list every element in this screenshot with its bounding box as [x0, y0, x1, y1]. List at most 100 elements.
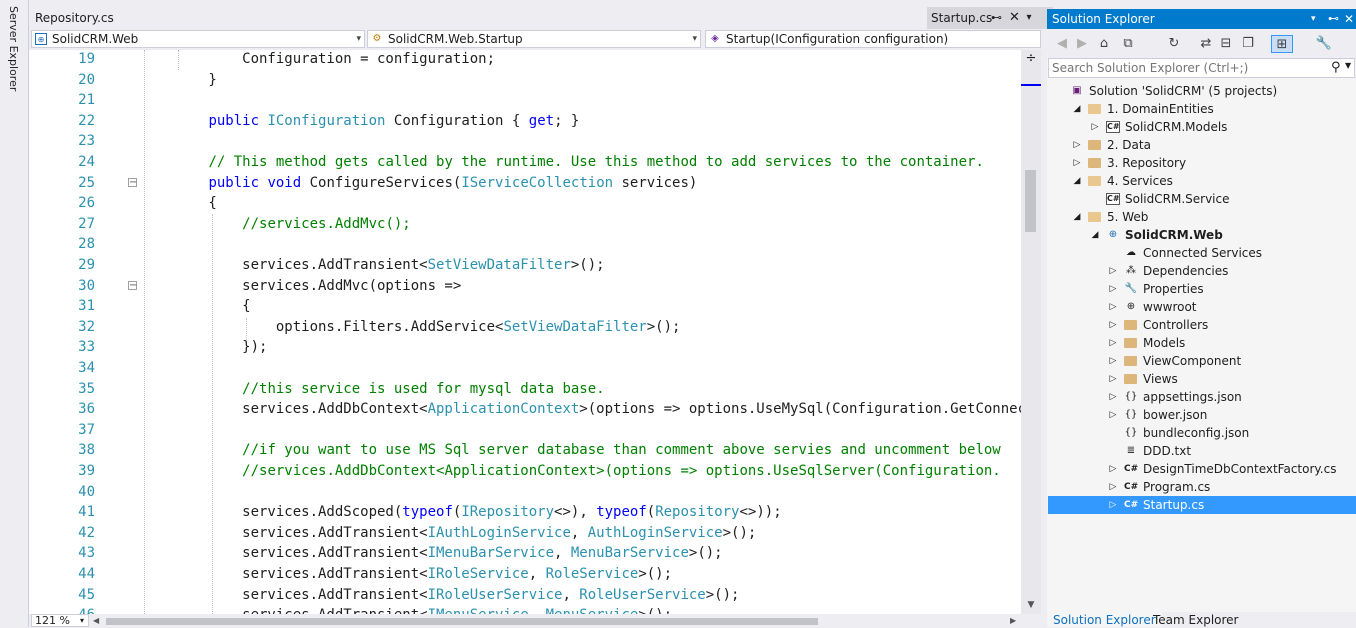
code-line[interactable]: 23 [29, 131, 1021, 152]
tree-item[interactable]: ◢ 1. DomainEntities [1048, 100, 1356, 118]
back-icon[interactable]: ◀ [1053, 35, 1071, 53]
preview-selected-icon[interactable]: ⊞ [1271, 35, 1293, 53]
tree-item[interactable]: ▷ C# Startup.cs [1048, 496, 1356, 514]
tree-item[interactable]: ◢ 5. Web [1048, 208, 1356, 226]
collapsed-arrow-icon[interactable]: ▷ [1108, 406, 1118, 424]
home-icon[interactable]: ⌂ [1095, 35, 1113, 53]
tree-item[interactable]: ≣ DDD.txt [1048, 442, 1356, 460]
code-line[interactable]: 31 { [29, 296, 1021, 317]
show-all-files-icon[interactable]: ❐ [1239, 35, 1257, 53]
auto-hide-pin-icon[interactable]: ⊷ [1328, 9, 1339, 29]
search-icon[interactable]: ⚲ [1331, 60, 1341, 75]
code-editor[interactable]: 19 Configuration = configuration; 20 } 21 2… [29, 50, 1021, 614]
code-line[interactable]: 30 − services.AddMvc(options => [29, 276, 1021, 297]
search-input[interactable] [1052, 60, 1322, 75]
code-line[interactable]: 35 //this service is used for mysql data… [29, 379, 1021, 400]
collapsed-arrow-icon[interactable]: ▷ [1108, 370, 1118, 388]
collapse-region-icon[interactable]: − [128, 177, 137, 187]
code-line[interactable]: 29 services.AddTransient<SetViewDataFilt… [29, 255, 1021, 276]
tree-item[interactable]: ▷ ViewComponent [1048, 352, 1356, 370]
horizontal-scrollbar-thumb[interactable] [106, 618, 818, 625]
tab-solution-explorer[interactable]: Solution Explorer [1047, 612, 1162, 627]
collapsed-arrow-icon[interactable]: ▷ [1090, 118, 1100, 136]
tree-item[interactable]: ▷ Views [1048, 370, 1356, 388]
pending-changes-icon[interactable]: ↻ [1165, 35, 1183, 53]
code-line[interactable]: 40 [29, 482, 1021, 503]
collapsed-arrow-icon[interactable]: ▷ [1108, 478, 1118, 496]
scroll-left-icon[interactable]: ◀ [93, 614, 105, 627]
vertical-scrollbar[interactable] [1021, 50, 1041, 614]
code-line[interactable]: 22 public IConfiguration Configuration {… [29, 111, 1021, 132]
solution-explorer-search-box[interactable]: ⚲ ▼ [1048, 58, 1355, 78]
expanded-arrow-icon[interactable]: ◢ [1072, 172, 1082, 190]
collapsed-arrow-icon[interactable]: ▷ [1072, 154, 1082, 172]
tree-item[interactable]: ▷ 3. Repository [1048, 154, 1356, 172]
collapsed-arrow-icon[interactable]: ▷ [1108, 316, 1118, 334]
member-dropdown[interactable]: ◈ Startup(IConfiguration configuration) [705, 30, 1041, 48]
code-line[interactable]: 21 [29, 90, 1021, 111]
code-line[interactable]: 19 Configuration = configuration; [29, 50, 1021, 70]
expanded-arrow-icon[interactable]: ◢ [1090, 226, 1100, 244]
tree-item[interactable]: ▷ {} bower.json [1048, 406, 1356, 424]
vertical-scrollbar-thumb[interactable] [1025, 170, 1036, 232]
properties-icon[interactable]: 🔧 [1315, 35, 1333, 53]
collapsed-arrow-icon[interactable]: ▷ [1108, 334, 1118, 352]
collapsed-arrow-icon[interactable]: ▷ [1108, 460, 1118, 478]
code-line[interactable]: 38 //if you want to use MS Sql server da… [29, 440, 1021, 461]
code-line[interactable]: 41 services.AddScoped(typeof(IRepository… [29, 502, 1021, 523]
expanded-arrow-icon[interactable]: ◢ [1072, 100, 1082, 118]
code-line[interactable]: 28 [29, 234, 1021, 255]
code-line[interactable]: 42 services.AddTransient<IAuthLoginServi… [29, 523, 1021, 544]
code-line[interactable]: 43 services.AddTransient<IMenuBarService… [29, 543, 1021, 564]
tab-repository-cs[interactable]: Repository.cs [29, 7, 371, 29]
tree-item[interactable]: ▷ ⊕ wwwroot [1048, 298, 1356, 316]
code-line[interactable]: 32 options.Filters.AddService<SetViewDat… [29, 317, 1021, 338]
code-line[interactable]: 36 services.AddDbContext<ApplicationCont… [29, 399, 1021, 420]
code-line[interactable]: 26 { [29, 193, 1021, 214]
code-line[interactable]: 45 services.AddTransient<IRoleUserServic… [29, 585, 1021, 606]
server-explorer-tab[interactable]: Server Explorer [6, 6, 22, 91]
chevron-down-icon[interactable]: ▼ [1345, 61, 1351, 70]
close-icon[interactable]: ✕ [1009, 7, 1020, 29]
tree-item[interactable]: ▷ Controllers [1048, 316, 1356, 334]
type-dropdown[interactable]: ⚙ SolidCRM.Web.Startup ▾ [367, 30, 701, 48]
collapsed-arrow-icon[interactable]: ▷ [1108, 280, 1118, 298]
switch-views-icon[interactable]: ⧉ [1119, 35, 1137, 53]
code-line[interactable]: 20 } [29, 70, 1021, 91]
zoom-level-dropdown[interactable]: 121 % ▾ [31, 614, 89, 627]
tree-item[interactable]: ◢ ⊕ SolidCRM.Web [1048, 226, 1356, 244]
collapsed-arrow-icon[interactable]: ▷ [1072, 136, 1082, 154]
code-line[interactable]: 24 // This method gets called by the run… [29, 152, 1021, 173]
collapsed-arrow-icon[interactable]: ▷ [1108, 262, 1118, 280]
pin-icon[interactable]: ⊷ [991, 7, 1002, 29]
expanded-arrow-icon[interactable]: ◢ [1072, 208, 1082, 226]
code-line[interactable]: 44 services.AddTransient<IRoleService, R… [29, 564, 1021, 585]
sync-icon[interactable]: ⇄ [1197, 35, 1215, 53]
code-line[interactable]: 37 [29, 420, 1021, 441]
scroll-down-icon[interactable]: ▼ [1024, 598, 1038, 612]
code-line[interactable]: 27 //services.AddMvc(); [29, 214, 1021, 235]
code-line[interactable]: 39 //services.AddDbContext<ApplicationCo… [29, 461, 1021, 482]
project-dropdown[interactable]: ⊕ SolidCRM.Web ▾ [31, 30, 365, 48]
window-position-dropdown-icon[interactable]: ▾ [1311, 9, 1316, 29]
tab-team-explorer[interactable]: Team Explorer [1147, 612, 1245, 627]
tree-item[interactable]: ☁ Connected Services [1048, 244, 1356, 262]
collapse-all-icon[interactable]: ⊟ [1217, 35, 1235, 53]
code-line[interactable]: 33 }); [29, 337, 1021, 358]
tree-item[interactable]: {} bundleconfig.json [1048, 424, 1356, 442]
tree-item[interactable]: ◢ 4. Services [1048, 172, 1356, 190]
collapsed-arrow-icon[interactable]: ▷ [1108, 388, 1118, 406]
forward-icon[interactable]: ▶ [1073, 35, 1091, 53]
split-editor-icon[interactable]: ÷ [1024, 52, 1038, 66]
collapsed-arrow-icon[interactable]: ▷ [1108, 298, 1118, 316]
tree-item[interactable]: ▷ C# DesignTimeDbContextFactory.cs [1048, 460, 1356, 478]
tree-item[interactable]: ▷ ⁂ Dependencies [1048, 262, 1356, 280]
tree-item[interactable]: ▷ C# SolidCRM.Models [1048, 118, 1356, 136]
collapsed-arrow-icon[interactable]: ▷ [1108, 496, 1118, 514]
close-icon[interactable]: ✕ [1344, 9, 1354, 29]
scroll-right-icon[interactable]: ▶ [1010, 614, 1022, 627]
tree-item[interactable]: ▷ {} appsettings.json [1048, 388, 1356, 406]
tree-item[interactable]: ▷ 🔧 Properties [1048, 280, 1356, 298]
collapse-region-icon[interactable]: − [128, 280, 137, 290]
tree-item[interactable]: ▷ C# Program.cs [1048, 478, 1356, 496]
